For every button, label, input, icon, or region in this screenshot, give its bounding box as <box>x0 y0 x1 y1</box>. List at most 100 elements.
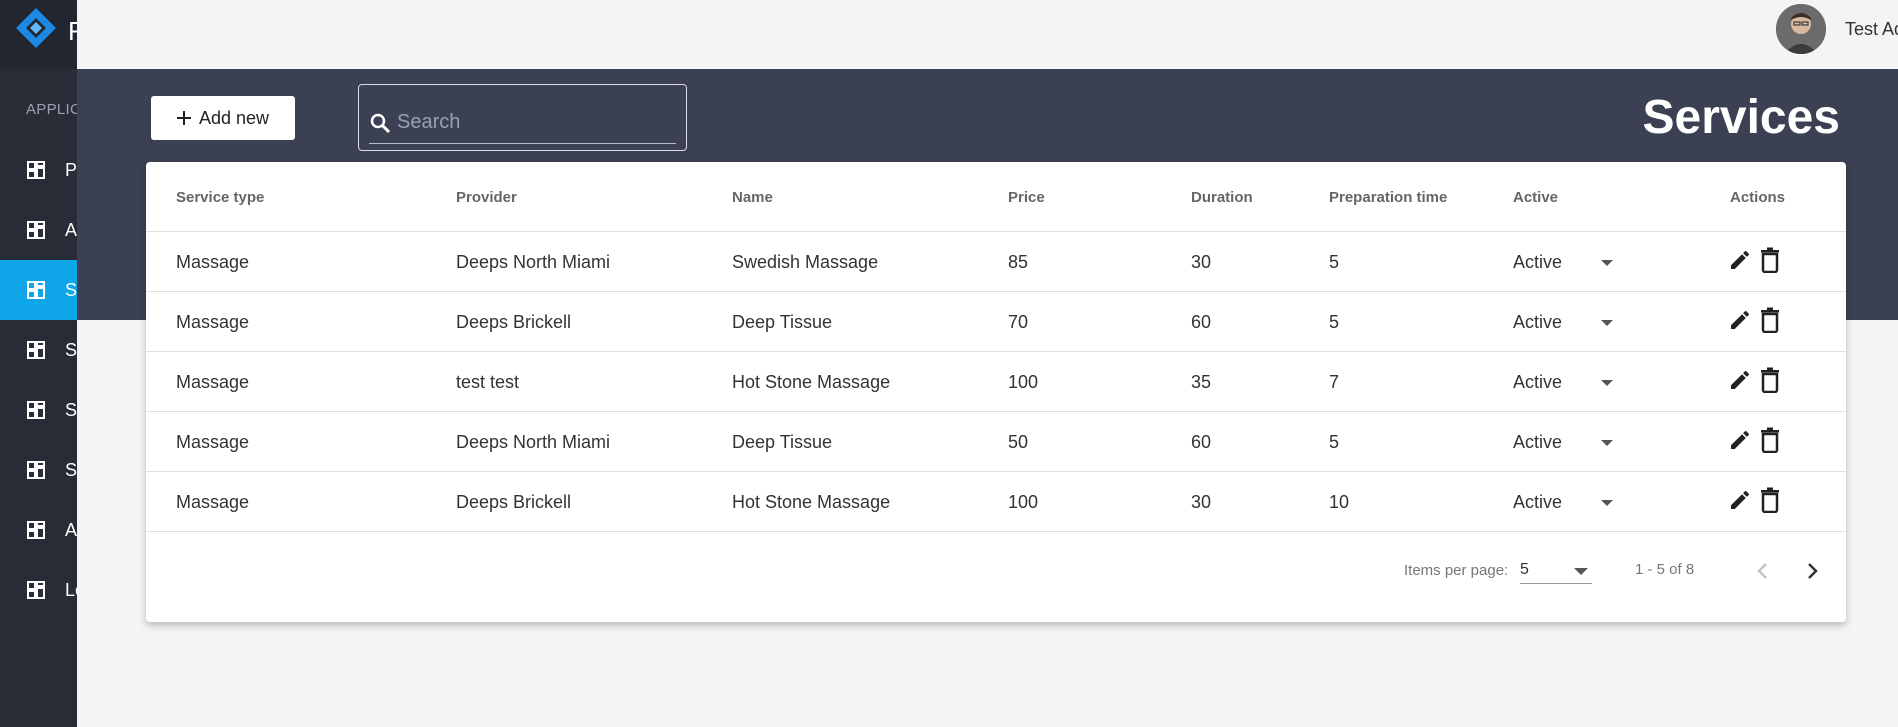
edit-icon[interactable] <box>1728 488 1752 512</box>
page-title: Services <box>1642 91 1840 144</box>
table-row: Massage test test Hot Stone Massage 100 … <box>146 352 1846 412</box>
cell-name: Deep Tissue <box>732 312 833 332</box>
cell-name: Hot Stone Massage <box>732 492 891 512</box>
search-underline <box>369 143 676 144</box>
cell-service-type: Massage <box>176 492 250 512</box>
items-per-page-value: 5 <box>1520 561 1529 578</box>
delete-icon[interactable] <box>1759 427 1781 453</box>
sidebar-item-2[interactable]: A <box>0 200 77 260</box>
sidebar-item-label: A <box>65 219 77 240</box>
chevron-down-icon[interactable] <box>1601 500 1613 506</box>
cell-price: 50 <box>1008 432 1029 452</box>
col-header-price[interactable]: Price <box>1008 189 1045 206</box>
chevron-down-icon[interactable] <box>1601 380 1613 386</box>
cell-preparation-time: 5 <box>1329 432 1340 452</box>
paginator: Items per page: 5 1 - 5 of 8 <box>146 542 1846 602</box>
chevron-down-icon <box>1574 568 1588 575</box>
sidebar-item-5[interactable]: S <box>0 380 77 440</box>
sidebar-section-label: APPLIC <box>26 101 77 118</box>
search-field[interactable] <box>358 84 687 151</box>
user-name[interactable]: Test Admin <box>1845 19 1898 40</box>
col-header-actions: Actions <box>1730 189 1786 206</box>
avatar-image <box>1776 4 1826 54</box>
cell-preparation-time: 5 <box>1329 312 1340 332</box>
next-page-button[interactable] <box>1801 560 1823 582</box>
dashboard-icon <box>27 341 45 359</box>
cell-service-type: Massage <box>176 372 250 392</box>
delete-icon[interactable] <box>1759 367 1781 393</box>
brand-logo-icon <box>16 8 56 48</box>
table-row: Massage Deeps Brickell Deep Tissue 70 60… <box>146 292 1846 352</box>
cell-name: Swedish Massage <box>732 252 879 272</box>
delete-icon[interactable] <box>1759 487 1781 513</box>
table-header: Service type Provider Name Price Duratio… <box>146 162 1846 232</box>
items-per-page-select[interactable]: 5 <box>1520 556 1592 584</box>
sidebar-item-8[interactable]: Lo <box>0 560 77 620</box>
cell-service-type: Massage <box>176 312 250 332</box>
cell-duration: 30 <box>1191 492 1212 512</box>
chevron-down-icon[interactable] <box>1601 260 1613 266</box>
col-header-name[interactable]: Name <box>732 189 773 206</box>
chevron-down-icon[interactable] <box>1601 320 1613 326</box>
sidebar-item-label: A <box>65 519 77 540</box>
cell-service-type: Massage <box>176 432 250 452</box>
sidebar-item-label: P <box>65 159 77 180</box>
edit-icon[interactable] <box>1728 428 1752 452</box>
cell-duration: 60 <box>1191 312 1212 332</box>
col-header-provider[interactable]: Provider <box>456 189 517 206</box>
active-select[interactable]: Active <box>1513 432 1562 453</box>
search-input[interactable] <box>397 107 667 137</box>
dashboard-icon <box>27 401 45 419</box>
sidebar-item-6[interactable]: S <box>0 440 77 500</box>
cell-preparation-time: 7 <box>1329 372 1340 392</box>
dashboard-icon <box>27 581 45 599</box>
previous-page-button[interactable] <box>1752 560 1774 582</box>
chevron-down-icon[interactable] <box>1601 440 1613 446</box>
table-row: Massage Deeps Brickell Hot Stone Massage… <box>146 472 1846 532</box>
cell-provider: Deeps Brickell <box>456 492 572 512</box>
delete-icon[interactable] <box>1759 307 1781 333</box>
user-avatar[interactable] <box>1776 4 1826 54</box>
logo-area: F <box>0 0 77 69</box>
sidebar-item-7[interactable]: A <box>0 500 77 560</box>
search-icon <box>370 113 391 134</box>
col-header-service-type[interactable]: Service type <box>176 189 264 206</box>
sidebar-item-label: S <box>65 459 77 480</box>
active-select[interactable]: Active <box>1513 252 1562 273</box>
delete-icon[interactable] <box>1759 247 1781 273</box>
cell-price: 100 <box>1008 492 1039 512</box>
active-select[interactable]: Active <box>1513 372 1562 393</box>
edit-icon[interactable] <box>1728 368 1752 392</box>
active-select[interactable]: Active <box>1513 312 1562 333</box>
sidebar-item-label: S <box>65 279 77 300</box>
sidebar-item-label: S <box>65 339 77 360</box>
add-new-button[interactable]: Add new <box>151 96 295 140</box>
edit-icon[interactable] <box>1728 308 1752 332</box>
dashboard-icon <box>27 221 45 239</box>
col-header-preparation-time[interactable]: Preparation time <box>1329 189 1447 206</box>
active-select[interactable]: Active <box>1513 492 1562 513</box>
sidebar-item-services[interactable]: S <box>0 260 77 320</box>
sidebar-item-4[interactable]: S <box>0 320 77 380</box>
sidebar: F APPLIC P A S S S S A Lo <box>0 0 77 727</box>
cell-name: Deep Tissue <box>732 432 833 452</box>
cell-price: 70 <box>1008 312 1029 332</box>
cell-duration: 60 <box>1191 432 1212 452</box>
cell-provider: Deeps North Miami <box>456 432 611 452</box>
sidebar-item-label: S <box>65 399 77 420</box>
cell-duration: 35 <box>1191 372 1212 392</box>
cell-provider: Deeps Brickell <box>456 312 572 332</box>
cell-provider: test test <box>456 372 520 392</box>
services-table: Service type Provider Name Price Duratio… <box>146 162 1846 622</box>
brand-name: F <box>68 16 77 46</box>
edit-icon[interactable] <box>1728 248 1752 272</box>
cell-name: Hot Stone Massage <box>732 372 891 392</box>
col-header-active[interactable]: Active <box>1513 189 1558 206</box>
sidebar-item-label: Lo <box>65 579 77 600</box>
cell-service-type: Massage <box>176 252 250 272</box>
sidebar-item-1[interactable]: P <box>0 140 77 200</box>
dashboard-icon <box>27 461 45 479</box>
cell-provider: Deeps North Miami <box>456 252 611 272</box>
col-header-duration[interactable]: Duration <box>1191 189 1253 206</box>
cell-preparation-time: 5 <box>1329 252 1340 272</box>
